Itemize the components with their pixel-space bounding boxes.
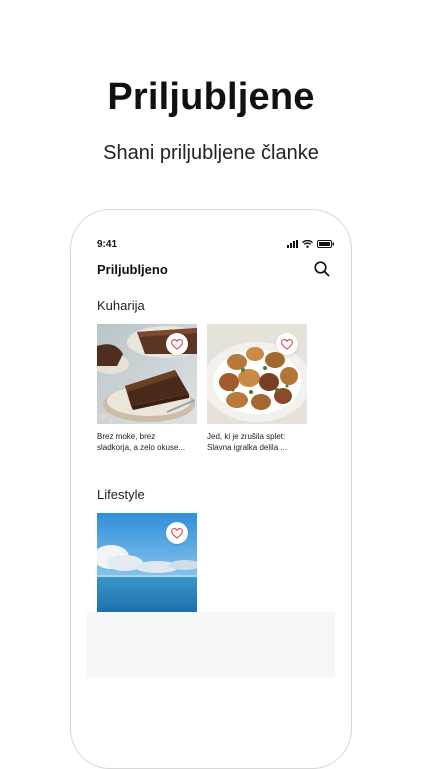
sea-sky-photo [97, 513, 197, 613]
article-card[interactable]: Jed, ki je zrušila splet: Slavna igralka… [207, 324, 307, 453]
heart-icon [281, 338, 293, 350]
search-button[interactable] [313, 260, 331, 278]
caption-line: sladkorja, a zelo okuse... [97, 443, 186, 452]
caption-line: Brez moke, brez [97, 432, 156, 441]
heart-icon [171, 527, 183, 539]
caption-line: Slavna igralka delila ... [207, 443, 288, 452]
wifi-icon [302, 240, 313, 248]
promo-title: Priljubljene [107, 76, 315, 118]
signal-icon [287, 240, 298, 248]
promo-subtitle: Shani priljubljene članke [103, 142, 319, 164]
article-card[interactable] [97, 513, 197, 613]
status-bar: 9:41 [71, 210, 351, 250]
article-caption: Jed, ki je zrušila splet: Slavna igralka… [207, 431, 311, 453]
status-icons [287, 239, 335, 249]
article-caption: Brez moke, brez sladkorja, a zelo okuse.… [97, 431, 201, 453]
search-icon [314, 261, 330, 277]
section-label-lifestyle: Lifestyle [97, 487, 145, 502]
chocolate-cake-photo [97, 324, 197, 424]
phone-frame: 9:41 Priljubljeno Kuharija Brez moke, br… [70, 209, 352, 769]
roasted-potatoes-photo [207, 324, 307, 424]
bottom-panel [87, 612, 335, 678]
article-card[interactable]: Brez moke, brez sladkorja, a zelo okuse.… [97, 324, 197, 453]
favorite-button[interactable] [166, 522, 188, 544]
favorite-button[interactable] [166, 333, 188, 355]
battery-icon [317, 240, 335, 248]
heart-icon [171, 338, 183, 350]
favorite-button[interactable] [276, 333, 298, 355]
page-title: Priljubljeno [97, 262, 168, 277]
caption-line: Jed, ki je zrušila splet: [207, 432, 286, 441]
status-time: 9:41 [97, 239, 118, 250]
section-label-kuharija: Kuharija [97, 298, 145, 313]
